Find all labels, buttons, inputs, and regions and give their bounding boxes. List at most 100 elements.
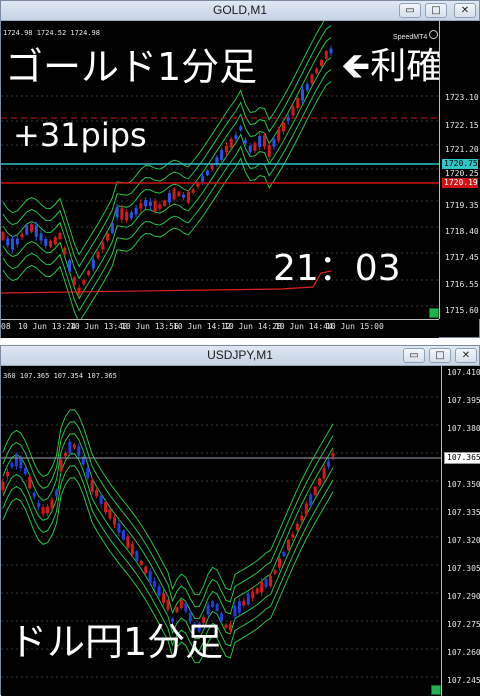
candle-body [248,145,252,153]
candle-body [30,224,34,232]
cyan-price-tag: 1720.75 [442,159,478,169]
close-button[interactable]: ✕ [455,348,477,363]
bollinger-band [2,433,334,620]
candle-body [211,601,215,607]
usdjpy-title-bar[interactable]: USDJPY,M1 ▭ □ ✕ [1,346,479,366]
candle-body [6,238,10,246]
gold-price-label: 1721.20 [445,145,479,154]
candle-body [126,536,130,548]
trade-clock: 21：03 [273,248,401,289]
usdjpy-price-label: 107.335 [447,508,480,517]
usdjpy-price-label: 107.245 [447,676,480,685]
candle-body [25,225,29,235]
candle-body [205,170,209,176]
candle-body [319,60,323,66]
candle-body [296,97,300,109]
candle-body [59,459,63,472]
minimize-button[interactable]: ▭ [403,348,425,363]
candle-body [246,593,250,605]
candle-body [224,145,228,153]
candle-body [318,478,322,486]
candle-body [295,523,299,531]
candle-body [277,558,281,568]
smiley-icon [429,30,439,39]
candle-body [172,188,176,200]
candle-body [269,575,273,587]
gold-time-label: 10 Jun 13:56 [121,322,179,331]
usdjpy-price-label: 107.410 [447,368,480,377]
maximize-button[interactable]: □ [429,348,451,363]
candle-body [210,165,214,169]
candle-body [41,507,45,514]
candle-body [87,271,91,275]
candle-body [46,506,50,514]
gold-time-label: 10 Jun 14:44 [275,322,333,331]
current-price-tag: 107.365 [444,452,480,464]
candle-body [77,446,81,456]
usdjpy-ohlc-readout: 360 107.365 107.354 107.365 [3,372,117,380]
gold-chart-window: GOLD,M1 ▭ □ ✕ 1724.98 1724.52 1724.98 Sp… [0,0,480,338]
candle-body [166,600,170,610]
candle-body [277,129,281,141]
candle-body [90,480,94,492]
candle-body [37,503,41,507]
minimize-button[interactable]: ▭ [399,3,421,18]
candle-body [101,242,105,250]
candle-body [186,192,190,203]
candle-body [175,607,179,613]
candle-body [117,523,121,533]
candle-body [191,189,195,193]
candle-body [182,194,186,198]
candle-body [110,223,114,233]
candle-body [82,279,86,285]
candle-body [91,259,95,269]
candle-body [157,586,161,596]
maximize-button[interactable]: □ [425,3,447,18]
candle-body [10,463,14,467]
usdjpy-chart-window: USDJPY,M1 ▭ □ ✕ 360 107.365 107.354 107.… [0,345,480,696]
usdjpy-price-label: 107.305 [447,564,480,573]
candle-body [72,277,76,285]
candle-body [129,212,133,219]
candle-body [144,566,148,574]
gold-price-label: 1716.55 [445,280,479,289]
candle-body [72,444,76,448]
candle-body [125,211,129,221]
candle-body [104,501,108,513]
candle-body [68,260,72,272]
bollinger-band [2,421,334,608]
candle-body [148,201,152,206]
candle-body [15,238,19,245]
candle-body [177,191,181,197]
usdjpy-plot-area[interactable]: 360 107.365 107.354 107.365 ドル円1分足 [1,366,441,696]
gold-title-bar[interactable]: GOLD,M1 ▭ □ ✕ [1,1,479,21]
usdjpy-price-label: 107.350 [447,480,480,489]
gold-price-axis: 1723.10 1722.15 1721.20 1720.25 1720.75 … [439,21,480,319]
gold-headline: ゴールド1分足 [5,45,258,89]
candle-body [1,481,5,491]
usdjpy-price-label: 107.260 [447,648,480,657]
candle-body [11,238,15,250]
candle-body [331,453,335,457]
candle-body [253,143,257,151]
usdjpy-price-label: 107.275 [447,620,480,629]
candle-body [153,200,157,212]
chart-shift-marker[interactable] [429,308,439,318]
candle-body [260,581,264,593]
candle-body [224,624,228,628]
usdjpy-price-label: 107.290 [447,592,480,601]
close-button[interactable]: ✕ [454,3,476,18]
candle-body [68,441,72,454]
candle-body [63,452,67,457]
candle-body [153,581,157,587]
candle-body [291,106,295,116]
candle-body [158,204,162,209]
candle-body [20,233,24,238]
candle-body [53,237,57,245]
candle-body [5,471,9,477]
gold-price-label: 1715.60 [445,306,479,315]
chart-shift-marker[interactable] [431,685,441,695]
gold-plot-area[interactable]: 1724.98 1724.52 1724.98 SpeedMT4 ゴールド1分足… [1,21,442,319]
candle-body [304,503,308,515]
gold-time-label: 08 [1,322,11,331]
